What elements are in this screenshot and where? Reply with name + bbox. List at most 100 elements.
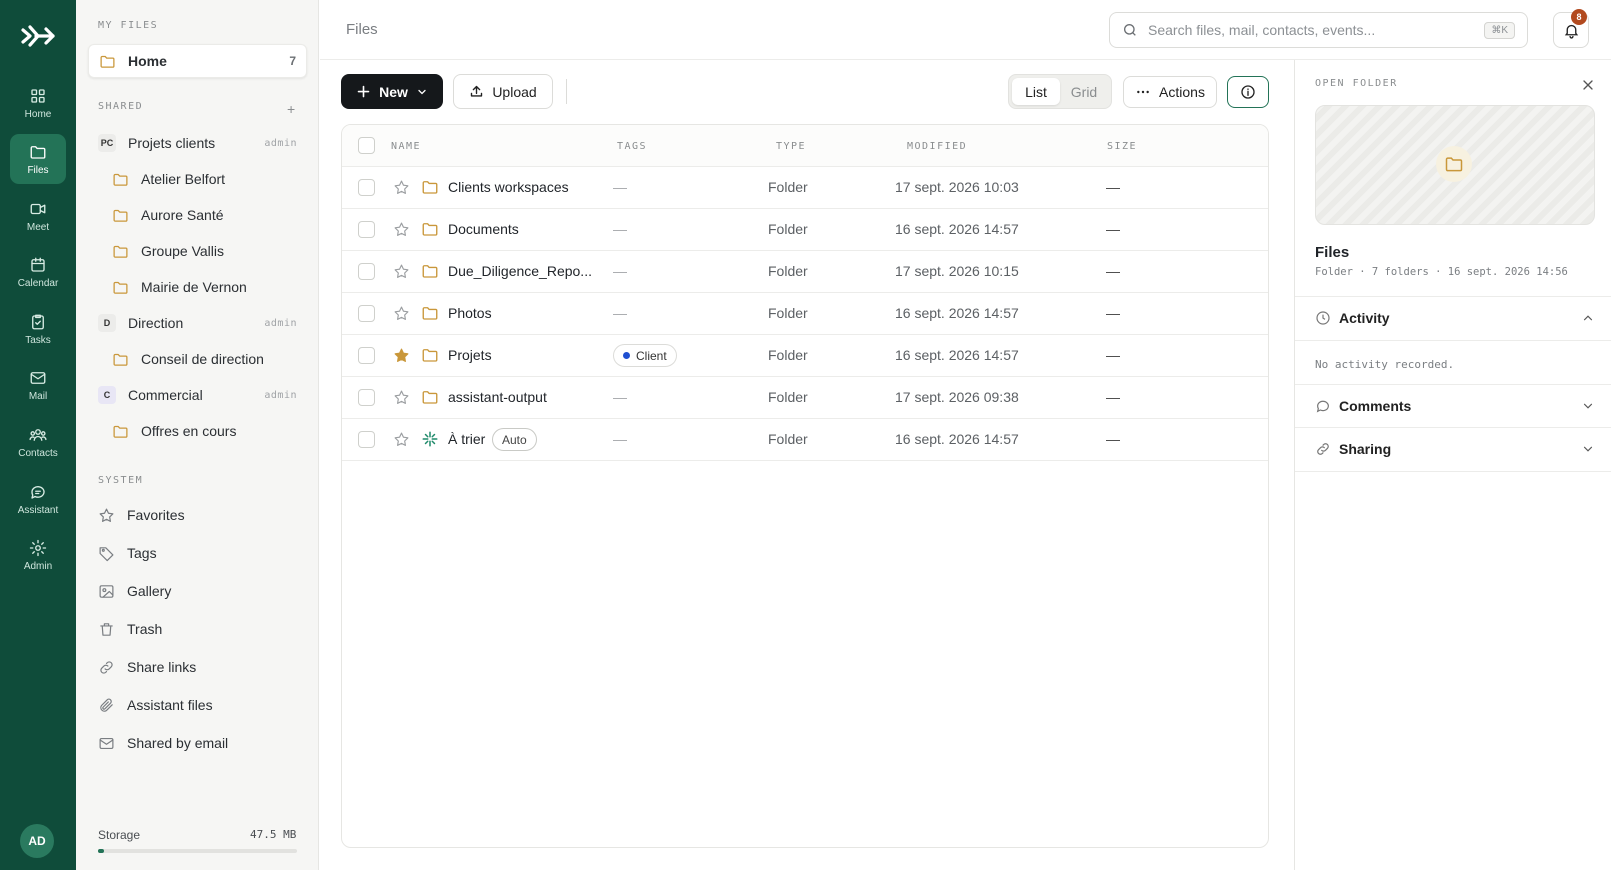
activity-section: Activity No activity recorded. bbox=[1295, 296, 1611, 385]
rail-item-home[interactable]: Home bbox=[10, 78, 66, 128]
search-input[interactable] bbox=[1148, 22, 1485, 38]
row-checkbox[interactable] bbox=[358, 263, 375, 280]
chevron-down-icon bbox=[1583, 446, 1593, 452]
star-icon[interactable] bbox=[393, 389, 410, 406]
sidebar-item-folder[interactable]: Groupe Vallis bbox=[102, 234, 307, 268]
file-type: Folder bbox=[768, 347, 808, 363]
folder-preview bbox=[1315, 105, 1595, 225]
column-header-type[interactable]: TYPE bbox=[776, 141, 806, 152]
new-button[interactable]: New bbox=[341, 74, 443, 109]
sidebar-group-direction[interactable]: D Direction admin bbox=[88, 306, 307, 340]
folder-icon bbox=[113, 425, 128, 438]
breadcrumb[interactable]: Files bbox=[346, 21, 378, 38]
comments-toggle[interactable]: Comments bbox=[1295, 385, 1611, 428]
table-row[interactable]: Photos — Folder 16 sept. 2026 14:57 — bbox=[342, 293, 1268, 335]
sidebar-item-gallery[interactable]: Gallery bbox=[88, 574, 307, 608]
users-icon bbox=[29, 428, 47, 441]
table-row[interactable]: Documents — Folder 16 sept. 2026 14:57 — bbox=[342, 209, 1268, 251]
sidebar-item-share-links[interactable]: Share links bbox=[88, 650, 307, 684]
sidebar-item-label: Share links bbox=[127, 659, 197, 675]
view-list-button[interactable]: List bbox=[1012, 78, 1060, 105]
sidebar-group-commercial[interactable]: C Commercial admin bbox=[88, 378, 307, 412]
sidebar-item-folder[interactable]: Offres en cours bbox=[102, 414, 307, 448]
link-icon bbox=[1317, 443, 1329, 455]
star-icon[interactable] bbox=[393, 431, 410, 448]
folder-icon bbox=[422, 265, 438, 278]
mail-icon bbox=[30, 371, 46, 384]
star-icon[interactable] bbox=[393, 305, 410, 322]
rail-item-calendar[interactable]: Calendar bbox=[10, 247, 66, 297]
new-button-label: New bbox=[379, 83, 408, 100]
panel-title: OPEN FOLDER bbox=[1315, 78, 1398, 89]
row-checkbox[interactable] bbox=[358, 221, 375, 238]
column-header-name[interactable]: NAME bbox=[391, 141, 421, 152]
folder-icon bbox=[422, 223, 438, 236]
row-checkbox[interactable] bbox=[358, 179, 375, 196]
star-icon[interactable] bbox=[393, 221, 410, 238]
sharing-toggle[interactable]: Sharing bbox=[1295, 428, 1611, 471]
sidebar-item-label: Aurore Santé bbox=[141, 207, 224, 223]
rail-item-files[interactable]: Files bbox=[10, 134, 66, 184]
storage-label: Storage bbox=[98, 828, 141, 842]
add-shared-button[interactable]: + bbox=[287, 101, 295, 117]
sidebar: MY FILES Home 7 SHARED PC Projets clients… bbox=[76, 0, 319, 870]
table-row[interactable]: Projets Client Folder 16 sept. 2026 14:57 — bbox=[342, 335, 1268, 377]
sidebar-item-folder[interactable]: Mairie de Vernon bbox=[102, 270, 307, 304]
file-size: — bbox=[1106, 431, 1120, 447]
actions-button[interactable]: Actions bbox=[1123, 76, 1217, 108]
select-all-checkbox[interactable] bbox=[358, 137, 375, 154]
star-filled-icon[interactable] bbox=[393, 347, 410, 364]
row-checkbox[interactable] bbox=[358, 389, 375, 406]
sidebar-item-tags[interactable]: Tags bbox=[88, 536, 307, 570]
sidebar-item-label: Favorites bbox=[127, 507, 185, 523]
tag-chip[interactable]: Client bbox=[613, 344, 677, 367]
shortcut-hint: ⌘K bbox=[1484, 21, 1515, 39]
upload-icon bbox=[471, 85, 483, 97]
row-checkbox[interactable] bbox=[358, 347, 375, 364]
sidebar-group-projets-clients[interactable]: PC Projets clients admin bbox=[88, 126, 307, 160]
rail-item-contacts[interactable]: Contacts bbox=[10, 417, 66, 467]
rail-item-label: Admin bbox=[23, 560, 53, 572]
avatar[interactable]: AD bbox=[20, 824, 54, 858]
sidebar-item-label: Commercial bbox=[128, 387, 203, 403]
row-checkbox[interactable] bbox=[358, 305, 375, 322]
table-row[interactable]: Clients workspaces — Folder 17 sept. 2026 1… bbox=[342, 167, 1268, 209]
sidebar-item-shared-by-email[interactable]: Shared by email bbox=[88, 726, 307, 760]
table-row[interactable]: À trier Auto — Folder 16 sept. 2026 14:57 — bbox=[342, 419, 1268, 461]
file-size: — bbox=[1106, 263, 1120, 279]
activity-empty: No activity recorded. bbox=[1315, 358, 1455, 371]
sidebar-item-favorites[interactable]: Favorites bbox=[88, 498, 307, 532]
star-icon[interactable] bbox=[393, 179, 410, 196]
activity-toggle[interactable]: Activity bbox=[1295, 297, 1611, 340]
rail-item-tasks[interactable]: Tasks bbox=[10, 304, 66, 354]
table-row[interactable]: Due_Diligence_Repo... — Folder 17 sept. 202… bbox=[342, 251, 1268, 293]
rail-item-assistant[interactable]: Assistant bbox=[10, 474, 66, 524]
table-row[interactable]: assistant-output — Folder 17 sept. 2026 09:… bbox=[342, 377, 1268, 419]
info-panel-toggle[interactable] bbox=[1227, 76, 1269, 108]
row-checkbox[interactable] bbox=[358, 431, 375, 448]
view-grid-button[interactable]: Grid bbox=[1060, 78, 1108, 105]
tag-color-dot bbox=[623, 352, 630, 359]
column-header-modified[interactable]: MODIFIED bbox=[907, 141, 967, 152]
sidebar-item-folder[interactable]: Conseil de direction bbox=[102, 342, 307, 376]
sidebar-item-folder[interactable]: Aurore Santé bbox=[102, 198, 307, 232]
column-header-tags[interactable]: TAGS bbox=[617, 141, 647, 152]
sidebar-item-home[interactable]: Home 7 bbox=[88, 44, 307, 78]
logo-icon[interactable] bbox=[20, 21, 56, 51]
search-box[interactable]: ⌘K bbox=[1109, 12, 1528, 48]
file-type: Folder bbox=[768, 221, 808, 237]
sidebar-item-folder[interactable]: Atelier Belfort bbox=[102, 162, 307, 196]
sidebar-item-assistant-files[interactable]: Assistant files bbox=[88, 688, 307, 722]
group-badge: PC bbox=[98, 134, 116, 152]
sidebar-item-trash[interactable]: Trash bbox=[88, 612, 307, 646]
star-icon[interactable] bbox=[393, 263, 410, 280]
close-icon[interactable] bbox=[1580, 77, 1596, 93]
upload-button[interactable]: Upload bbox=[453, 74, 553, 109]
rail-item-admin[interactable]: Admin bbox=[10, 530, 66, 580]
rail-item-meet[interactable]: Meet bbox=[10, 191, 66, 241]
file-size: — bbox=[1106, 221, 1120, 237]
rail-item-mail[interactable]: Mail bbox=[10, 360, 66, 410]
star-icon bbox=[99, 508, 114, 522]
column-header-size[interactable]: SIZE bbox=[1107, 141, 1137, 152]
folder-icon bbox=[422, 181, 438, 194]
